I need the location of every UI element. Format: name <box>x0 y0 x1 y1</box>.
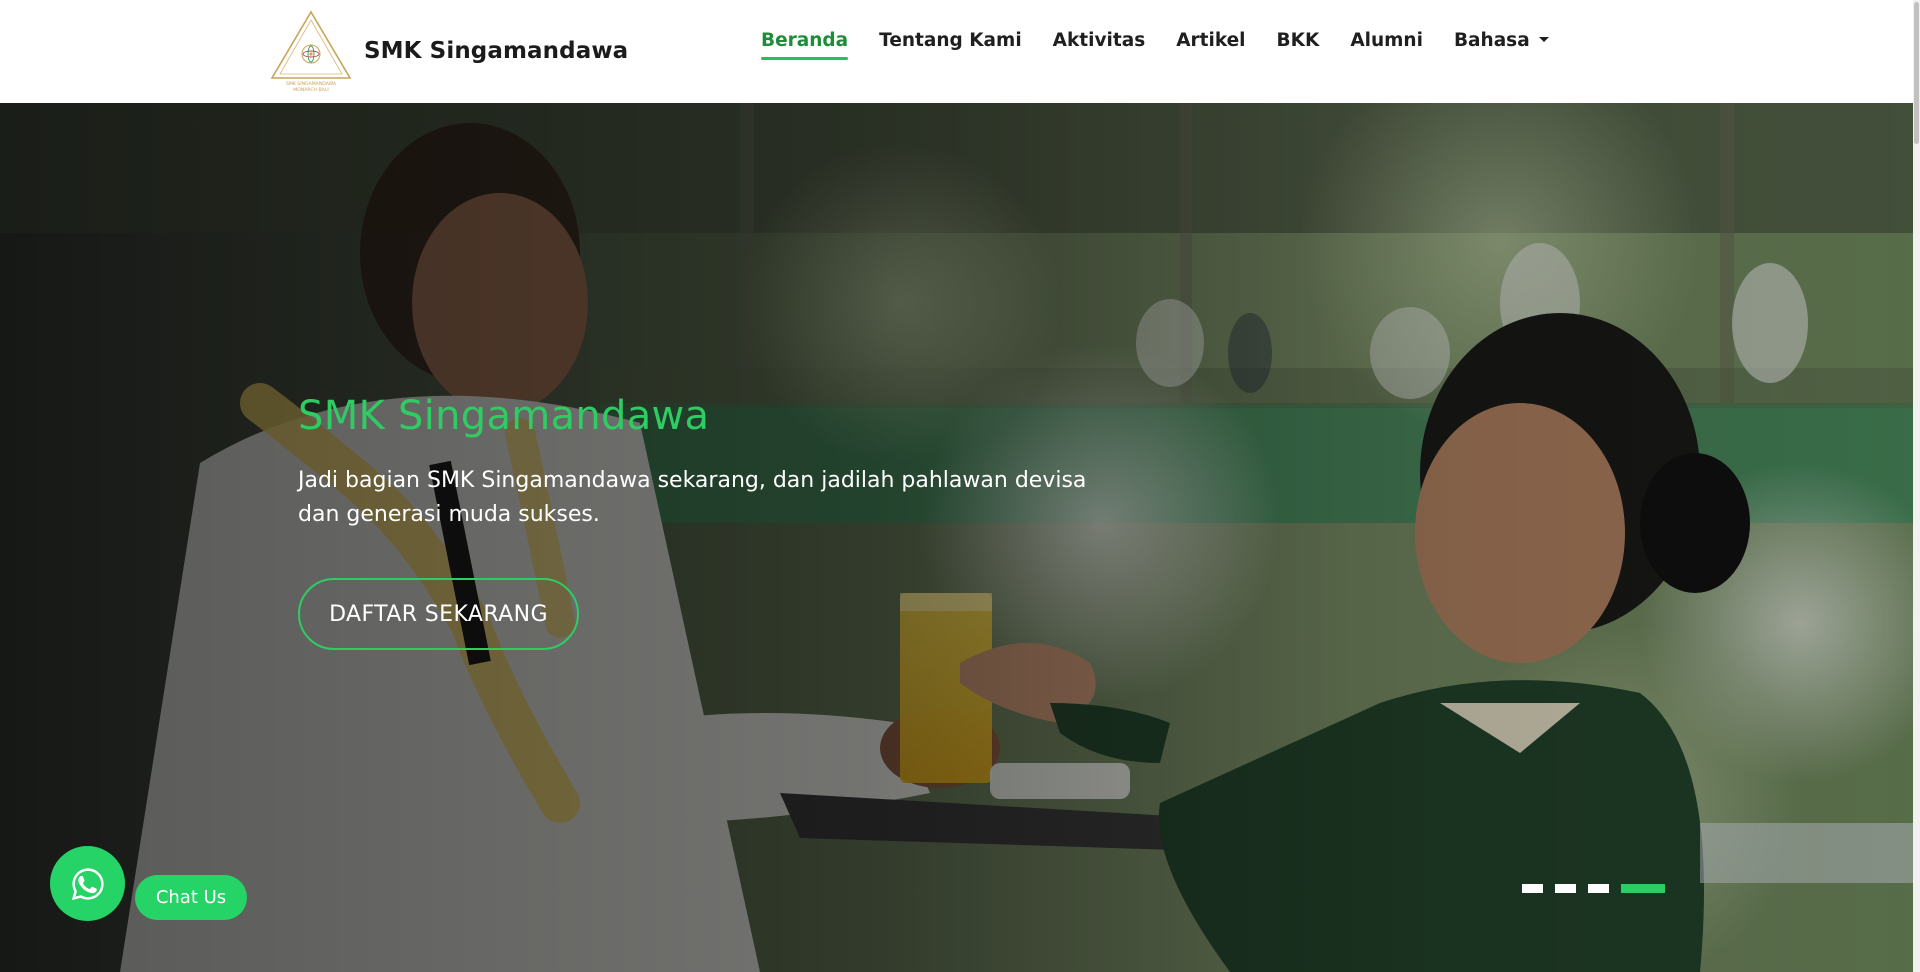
daftar-sekarang-button[interactable]: DAFTAR SEKARANG <box>298 578 579 650</box>
nav-item-aktivitas[interactable]: Aktivitas <box>1053 30 1146 60</box>
hero-title: SMK Singamandawa <box>298 393 710 439</box>
hero-dark-overlay <box>0 103 1920 972</box>
logo-emblem-icon: SMK SINGAMANDAWA MONARCH BALI <box>270 10 352 93</box>
main-nav: Beranda Tentang Kami Aktivitas Artikel B… <box>761 30 1580 60</box>
svg-text:MONARCH BALI: MONARCH BALI <box>293 87 328 93</box>
carousel-indicator-3[interactable] <box>1588 884 1609 893</box>
carousel-indicator-2[interactable] <box>1555 884 1576 893</box>
carousel-indicator-1[interactable] <box>1522 884 1543 893</box>
nav-item-tentang-kami[interactable]: Tentang Kami <box>879 30 1022 60</box>
carousel-indicators <box>1522 884 1665 893</box>
carousel-indicator-4[interactable] <box>1621 884 1665 893</box>
school-logo[interactable]: SMK SINGAMANDAWA MONARCH BALI <box>268 8 354 94</box>
hero-slider: SMK Singamandawa Jadi bagian SMK Singama… <box>0 103 1920 972</box>
hero-subtitle-line-2: dan generasi muda sukses. <box>298 502 600 527</box>
whatsapp-chat-button[interactable] <box>50 846 125 921</box>
hero-subtitle-line-1: Jadi bagian SMK Singamandawa sekarang, d… <box>298 468 1087 493</box>
nav-item-bahasa-label: Bahasa <box>1453 30 1530 51</box>
brand[interactable]: SMK SINGAMANDAWA MONARCH BALI SMK Singam… <box>268 8 628 94</box>
nav-item-bkk[interactable]: BKK <box>1277 30 1320 60</box>
nav-item-artikel[interactable]: Artikel <box>1176 30 1245 60</box>
svg-text:SMK SINGAMANDAWA: SMK SINGAMANDAWA <box>286 81 337 87</box>
nav-item-bahasa-dropdown[interactable]: Bahasa <box>1454 30 1549 60</box>
whatsapp-icon <box>71 867 104 900</box>
brand-name[interactable]: SMK Singamandawa <box>364 38 628 64</box>
site-header: SMK SINGAMANDAWA MONARCH BALI SMK Singam… <box>0 0 1920 103</box>
page-scrollbar[interactable] <box>1913 0 1920 972</box>
chat-us-button[interactable]: Chat Us <box>135 875 247 920</box>
hero-subtitle: Jadi bagian SMK Singamandawa sekarang, d… <box>298 464 1158 532</box>
caret-down-icon <box>1538 36 1549 42</box>
scrollbar-thumb[interactable] <box>1914 2 1919 144</box>
nav-item-beranda[interactable]: Beranda <box>761 30 849 60</box>
nav-item-alumni[interactable]: Alumni <box>1350 30 1423 60</box>
